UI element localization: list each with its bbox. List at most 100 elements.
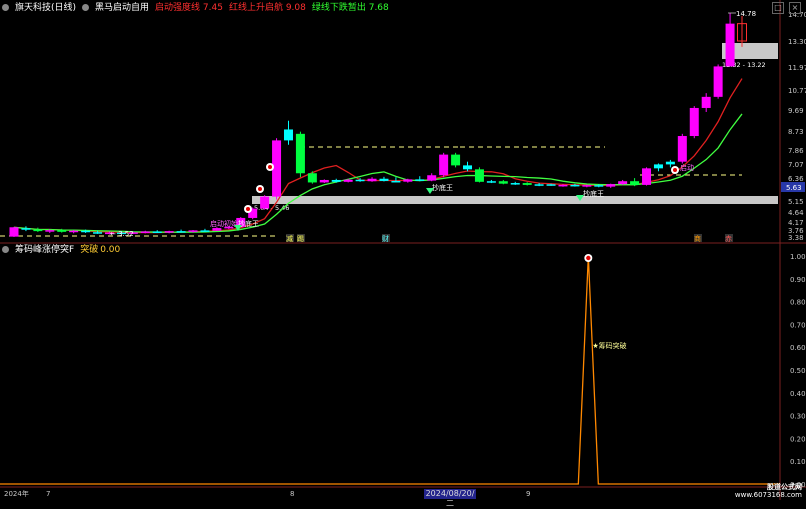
candle-body <box>93 232 103 234</box>
indicator-item-2: 绿线下跌暂出 7.68 <box>311 3 389 13</box>
sub-axis-tick-label: 1.00 <box>790 253 806 261</box>
candle-body <box>403 179 413 182</box>
signal-dot-icon <box>258 187 262 191</box>
time-axis-label: 7 <box>46 490 50 498</box>
watermark: 股道公式网 www.6073168.com <box>734 483 802 499</box>
candle-body <box>331 179 341 182</box>
candle-body <box>343 179 353 182</box>
sub-axis-tick-label: 0.50 <box>790 367 806 375</box>
annotation-label: 抄底王 <box>583 189 604 198</box>
candle-body <box>33 229 43 232</box>
candle-body <box>367 178 377 182</box>
sub-axis-tick-label: 0.80 <box>790 299 806 307</box>
candle-body <box>451 154 461 166</box>
time-axis-label: 9 <box>526 490 530 498</box>
candle-body <box>534 184 544 186</box>
axis-tick-label: 6.36 <box>788 175 804 183</box>
green-ma-line <box>13 113 743 233</box>
candle-body <box>725 23 735 67</box>
candle-body <box>307 173 317 183</box>
candle-body <box>653 164 663 169</box>
candle-body <box>57 230 67 232</box>
sub-axis-tick-label: 0.20 <box>790 435 806 443</box>
candle-body <box>701 96 711 108</box>
candle-body <box>570 184 580 187</box>
sub-indicator-name[interactable]: 筹码峰涨停突F <box>15 245 74 255</box>
indicator-values: 启动强度线 7.45 红线上升启航 9.08 绿线下跌暂出 7.68 <box>155 3 395 13</box>
sub-label: 突破 <box>80 245 99 255</box>
annotation-label: 启动初始 <box>210 219 238 228</box>
candle-body <box>295 133 305 174</box>
candle-body <box>558 184 568 187</box>
axis-tick-label: 10.77 <box>788 87 806 95</box>
candle-body <box>474 169 484 182</box>
red-ma-line <box>13 78 743 234</box>
candle-body <box>152 231 162 233</box>
stock-title[interactable]: 旗天科技(日线) <box>15 3 76 13</box>
price-tag: 5.63 <box>786 184 802 192</box>
candle-body <box>665 161 675 165</box>
axis-tick-label: 4.64 <box>788 209 804 217</box>
candle-body <box>427 175 437 181</box>
sub-axis-tick-label: 0.90 <box>790 276 806 284</box>
indicator-name[interactable]: 黑马启动自用 <box>95 3 149 13</box>
indicator-item-0: 启动强度线 7.45 <box>155 3 223 13</box>
candle-body <box>188 230 198 232</box>
annotation-label: 抄底王 <box>238 219 259 228</box>
indicator-circle-icon[interactable] <box>82 4 90 11</box>
marker-label: 财 <box>382 234 389 243</box>
candle-body <box>546 184 556 186</box>
marker-label: 减 <box>286 234 293 243</box>
candle-body <box>594 185 604 187</box>
candle-body <box>45 230 55 232</box>
candle-body <box>21 228 31 230</box>
sub-signal-line <box>0 255 780 485</box>
marker-label: 踢 <box>297 235 304 243</box>
sub-axis-tick-label: 0.40 <box>790 390 806 398</box>
candle-body <box>319 179 329 183</box>
date-cursor-box: 2024/08/20/二 <box>424 489 476 508</box>
candle-body <box>498 181 508 184</box>
close-icon[interactable]: × <box>789 2 801 14</box>
sub-axis-tick-label: 0.30 <box>790 413 806 421</box>
candle-body <box>200 230 210 232</box>
candle-body <box>510 183 520 185</box>
axis-tick-label: 5.15 <box>788 198 804 206</box>
axis-tick-label: 7.86 <box>788 147 804 155</box>
panel-circle-icon[interactable] <box>2 4 9 11</box>
candle-body <box>486 181 496 183</box>
axis-tick-label: 7.07 <box>788 161 804 169</box>
candle-body <box>642 168 652 185</box>
candle-body <box>81 230 91 233</box>
signal-peak-icon <box>586 255 591 261</box>
candle-body <box>69 230 79 233</box>
signal-dot-icon <box>268 165 272 169</box>
signal-dot-icon <box>673 168 677 172</box>
sub-axis-tick-label: 0.60 <box>790 344 806 352</box>
sub-value: 0.00 <box>100 245 121 255</box>
marker-label: 商 <box>694 234 701 243</box>
sub-panel-circle-icon[interactable] <box>2 246 9 253</box>
axis-tick-label: 13.30 <box>788 38 806 46</box>
candle-body <box>176 231 186 233</box>
candle-body <box>379 178 389 181</box>
candle-body <box>212 228 222 231</box>
sub-axis-tick-label: 0.70 <box>790 321 806 329</box>
candle-body <box>463 165 473 170</box>
axis-tick-label: 8.73 <box>788 128 804 136</box>
annotation-label: 抄底王 <box>432 183 453 192</box>
breakout-label: ★筹码突破 <box>592 341 626 350</box>
window-toggle-icon[interactable]: □ <box>772 2 784 14</box>
candle-body <box>582 185 592 187</box>
support-band <box>252 196 778 204</box>
candle-body <box>260 196 270 209</box>
candle-body <box>283 129 293 141</box>
axis-tick-label: 4.17 <box>788 219 804 227</box>
candle-body <box>9 227 19 237</box>
axis-tick-label: 3.38 <box>788 234 804 242</box>
candle-body <box>164 231 174 233</box>
marker-label: 赤 <box>725 235 732 243</box>
main-header: 旗天科技(日线) 黑马启动自用 启动强度线 7.45 红线上升启航 9.08 绿线下跌暂… <box>2 2 401 14</box>
candle-body <box>355 179 365 182</box>
time-axis-label: 2024年 <box>4 489 29 498</box>
